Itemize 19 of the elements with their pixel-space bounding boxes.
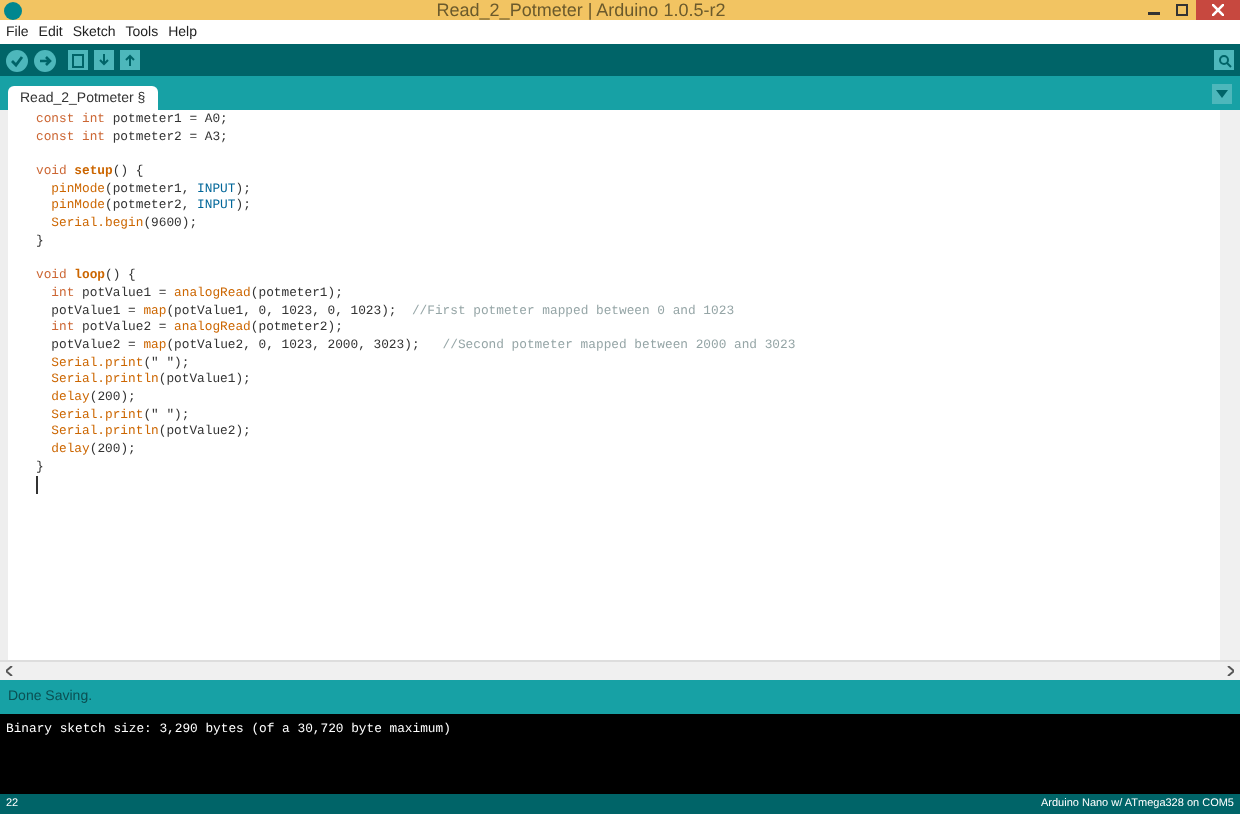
vertical-scrollbar[interactable] xyxy=(1220,110,1240,660)
maximize-icon xyxy=(1176,4,1188,16)
tab-menu-button[interactable] xyxy=(1212,84,1232,104)
save-button[interactable] xyxy=(120,50,140,70)
scroll-left-icon[interactable] xyxy=(6,666,14,676)
search-button[interactable] xyxy=(1214,50,1234,70)
verify-button[interactable] xyxy=(6,49,28,71)
app-icon xyxy=(4,1,22,19)
close-icon xyxy=(1212,4,1224,16)
arrow-icon xyxy=(38,53,52,67)
scroll-right-icon[interactable] xyxy=(1226,666,1234,676)
new-button[interactable] xyxy=(68,50,88,70)
close-button[interactable] xyxy=(1196,0,1240,20)
check-icon xyxy=(10,53,24,67)
horizontal-scrollbar[interactable] xyxy=(0,662,1240,680)
window-title: Read_2_Potmeter | Arduino 1.0.5-r2 xyxy=(434,0,728,20)
open-button[interactable] xyxy=(94,50,114,70)
upload-button[interactable] xyxy=(34,49,56,71)
text-cursor xyxy=(36,476,38,495)
